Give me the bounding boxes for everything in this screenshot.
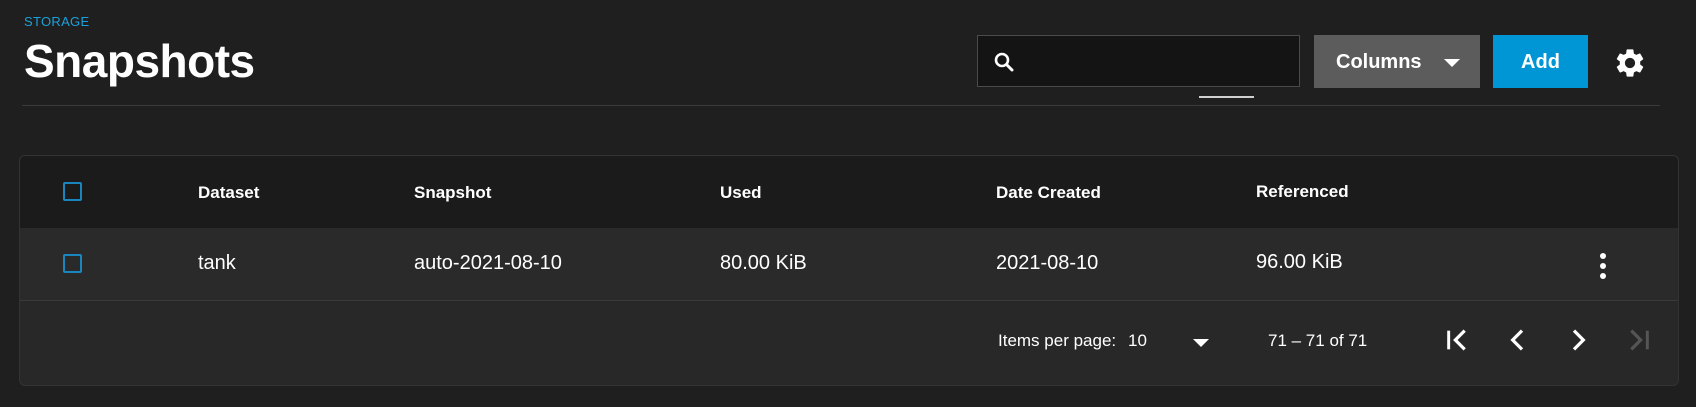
items-per-page-label: Items per page: (998, 331, 1117, 350)
snapshots-page: STORAGE Snapshots Columns Add Dataset Sn… (0, 0, 1696, 407)
columns-button-label: Columns (1336, 51, 1422, 73)
last-page-icon[interactable] (1622, 324, 1654, 356)
first-page-icon[interactable] (1442, 324, 1474, 356)
more-vert-icon[interactable] (1591, 252, 1615, 280)
search-box[interactable] (977, 35, 1300, 87)
cell-dataset: tank (198, 252, 236, 274)
previous-page-icon[interactable] (1502, 324, 1534, 356)
column-header-date-created[interactable]: Date Created (996, 183, 1101, 203)
next-page-icon[interactable] (1562, 324, 1594, 356)
page-size-value: 10 (1128, 331, 1147, 350)
chevron-down-icon (1444, 59, 1460, 67)
cell-used: 80.00 KiB (720, 252, 807, 274)
search-icon (994, 52, 1014, 72)
snapshots-table: Dataset Snapshot Used Date Created Refer… (19, 155, 1679, 386)
add-button-label: Add (1521, 51, 1560, 73)
breadcrumb[interactable]: STORAGE (24, 14, 89, 29)
cell-snapshot: auto-2021-08-10 (414, 252, 562, 274)
search-input[interactable] (1026, 46, 1290, 78)
page-title: Snapshots (24, 35, 255, 87)
row-checkbox[interactable] (63, 254, 82, 273)
page-range-label: 71 – 71 of 71 (1268, 331, 1368, 350)
cell-date-created: 2021-08-10 (996, 252, 1099, 274)
columns-button[interactable]: Columns (1314, 35, 1480, 88)
table-header-row: Dataset Snapshot Used Date Created Refer… (20, 156, 1678, 228)
gear-icon[interactable] (1613, 46, 1647, 80)
table-row[interactable]: tank auto-2021-08-10 80.00 KiB 2021-08-1… (20, 228, 1678, 301)
column-header-snapshot[interactable]: Snapshot (414, 183, 491, 203)
cell-referenced: 96.00 KiB (1256, 251, 1343, 273)
chevron-down-icon (1193, 339, 1209, 347)
column-header-referenced[interactable]: Referenced (1256, 182, 1349, 202)
column-header-used[interactable]: Used (720, 183, 762, 203)
add-button[interactable]: Add (1493, 35, 1588, 88)
select-all-checkbox[interactable] (63, 182, 82, 201)
header-divider (22, 105, 1660, 106)
column-header-dataset[interactable]: Dataset (198, 183, 259, 203)
search-focus-underline (1199, 96, 1254, 98)
